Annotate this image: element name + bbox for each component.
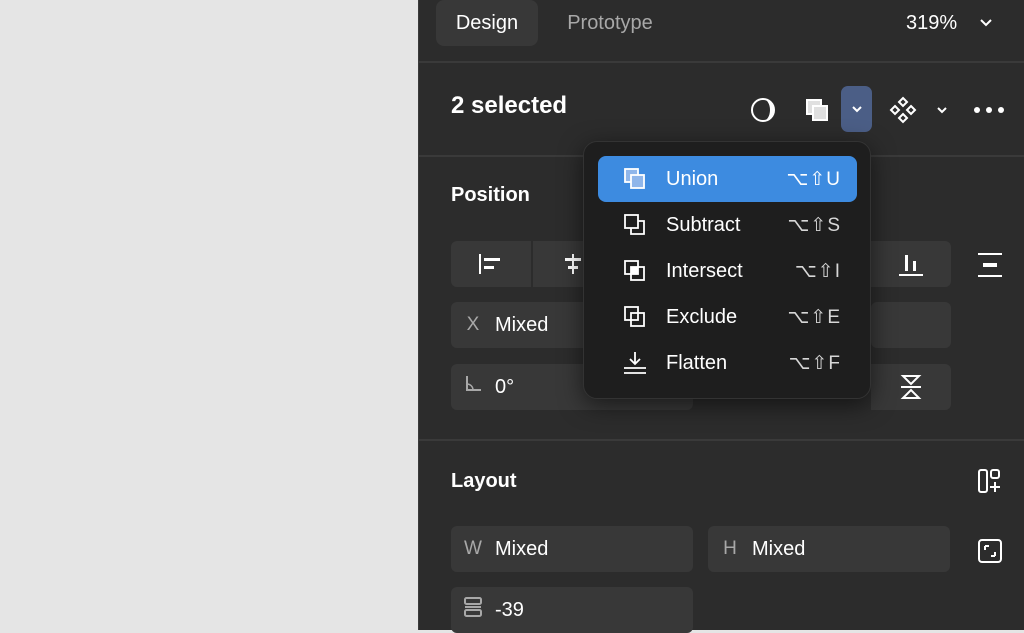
- width-field[interactable]: W Mixed: [451, 526, 693, 572]
- x-value: Mixed: [495, 313, 549, 336]
- gap-icon: [451, 596, 495, 624]
- divider: [419, 61, 1024, 63]
- menu-item-shortcut: ⌥⇧I: [794, 260, 841, 282]
- flip-vertical-icon: [900, 375, 922, 399]
- exclude-icon: [622, 304, 660, 330]
- align-bottom-button[interactable]: [871, 241, 951, 287]
- tab-design[interactable]: Design: [436, 0, 538, 46]
- flip-vertical-button[interactable]: [871, 364, 951, 410]
- distribute-vertical-icon: [978, 253, 1002, 277]
- more-icon: [974, 107, 1004, 113]
- add-auto-layout-button[interactable]: [973, 466, 1007, 496]
- selection-title: 2 selected: [451, 92, 568, 119]
- menu-item-label: Flatten: [666, 351, 728, 374]
- align-left-button[interactable]: [451, 241, 531, 287]
- mask-button[interactable]: [745, 92, 781, 128]
- tab-design-label: Design: [455, 11, 519, 34]
- distribute-button[interactable]: [973, 248, 1007, 282]
- menu-item-exclude[interactable]: Exclude ⌥⇧E: [598, 294, 857, 340]
- rotation-icon: [451, 374, 495, 400]
- boolean-union-button[interactable]: [799, 92, 835, 128]
- menu-item-label: Subtract: [666, 213, 741, 236]
- intersect-icon: [622, 258, 660, 284]
- more-options-button[interactable]: [971, 96, 1007, 124]
- subtract-icon: [622, 212, 660, 238]
- canvas-area[interactable]: [0, 0, 418, 630]
- rotation-value: 0°: [495, 375, 515, 398]
- gap-value: -39: [495, 598, 524, 621]
- union-icon: [622, 166, 660, 192]
- menu-item-label: Intersect: [666, 259, 743, 282]
- zoom-control[interactable]: 319%: [906, 0, 993, 46]
- layout-section-title: Layout: [451, 470, 517, 492]
- width-value: Mixed: [495, 537, 549, 560]
- menu-item-subtract[interactable]: Subtract ⌥⇧S: [598, 202, 857, 248]
- menu-item-label: Union: [666, 167, 719, 190]
- align-left-icon: [479, 254, 500, 274]
- height-field[interactable]: H Mixed: [708, 526, 950, 572]
- x-label: X: [466, 314, 480, 335]
- height-label: H: [723, 538, 737, 559]
- component-button[interactable]: [885, 92, 921, 128]
- chevron-down-icon: [851, 106, 862, 113]
- zoom-value: 319%: [906, 11, 958, 34]
- tab-prototype[interactable]: Prototype: [545, 0, 675, 46]
- resize-to-fit-button[interactable]: [975, 536, 1005, 566]
- auto-layout-add-icon: [978, 469, 1000, 493]
- chevron-down-icon: [937, 107, 947, 114]
- menu-item-shortcut: ⌥⇧E: [787, 306, 841, 328]
- tab-prototype-label: Prototype: [567, 11, 653, 34]
- menu-item-shortcut: ⌥⇧S: [787, 214, 841, 236]
- menu-item-union[interactable]: Union ⌥⇧U: [598, 156, 857, 202]
- component-dropdown-button[interactable]: [931, 98, 953, 122]
- component-icon: [889, 96, 917, 124]
- y-position-field[interactable]: [871, 302, 951, 348]
- chevron-down-icon: [980, 19, 992, 27]
- menu-item-shortcut: ⌥⇧U: [786, 168, 841, 190]
- align-bottom-icon: [899, 255, 923, 276]
- height-value: Mixed: [752, 537, 806, 560]
- menu-item-flatten[interactable]: Flatten ⌥⇧F: [598, 340, 857, 386]
- menu-item-label: Exclude: [666, 305, 738, 328]
- boolean-dropdown-button[interactable]: [841, 86, 872, 132]
- boolean-operations-menu: Union ⌥⇧U Subtract ⌥⇧S Intersect ⌥⇧I Exc…: [583, 141, 871, 399]
- mask-icon: [751, 98, 775, 122]
- union-icon: [806, 99, 828, 121]
- resize-icon: [978, 539, 1002, 563]
- divider: [419, 439, 1024, 441]
- width-label: W: [464, 538, 482, 559]
- flatten-icon: [622, 350, 660, 376]
- menu-item-intersect[interactable]: Intersect ⌥⇧I: [598, 248, 857, 294]
- menu-item-shortcut: ⌥⇧F: [788, 352, 841, 374]
- gap-field[interactable]: -39: [451, 587, 693, 633]
- position-section-title: Position: [451, 184, 530, 206]
